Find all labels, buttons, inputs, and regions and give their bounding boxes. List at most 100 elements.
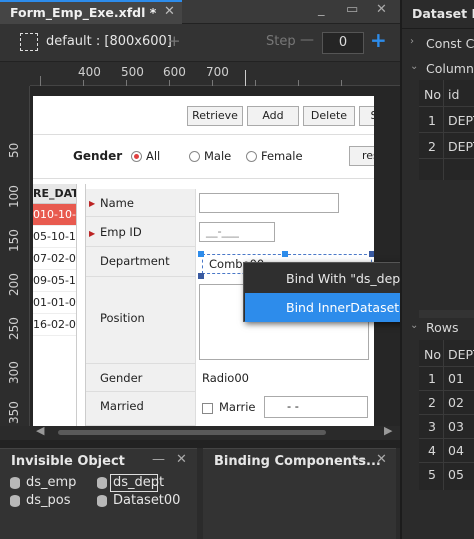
close-window-icon[interactable]: ✕ bbox=[376, 2, 387, 17]
position-label: Position bbox=[100, 311, 145, 325]
rows-cell[interactable]: 03 bbox=[448, 419, 464, 434]
tab-form-emp-exe[interactable]: Form_Emp_Exe.xfdl * ✕ bbox=[0, 0, 182, 24]
columns-cell: 2 bbox=[428, 139, 436, 154]
rows-cell: 2 bbox=[428, 395, 436, 410]
department-label: Department bbox=[100, 254, 170, 268]
minimize-panel-icon[interactable]: — bbox=[353, 452, 366, 467]
panel-splitter[interactable] bbox=[0, 440, 400, 448]
columns-header-id: id bbox=[448, 87, 460, 102]
resize-handle[interactable] bbox=[198, 251, 204, 257]
columns-label[interactable]: Columns bbox=[426, 61, 474, 76]
divider bbox=[402, 28, 474, 29]
dataset-editor-panel: Dataset Ed › Const Co ⌄ Columns No id 1 … bbox=[400, 0, 474, 539]
employee-grid[interactable]: RE_DAT 010-10-0 05-10-1 07-02-0 09-05-1 … bbox=[33, 184, 77, 426]
ruler-label: 700 bbox=[206, 65, 229, 79]
minimize-icon[interactable]: _ bbox=[318, 2, 325, 17]
step-input[interactable]: 0 bbox=[322, 32, 364, 54]
resize-handle[interactable] bbox=[198, 273, 204, 279]
resize-handle[interactable] bbox=[369, 251, 374, 257]
retrieve-button[interactable]: Retrieve bbox=[187, 106, 243, 126]
ruler-label: 350 bbox=[7, 401, 21, 424]
scrollbar-thumb[interactable] bbox=[58, 430, 326, 435]
columns-cell[interactable]: DEPT bbox=[448, 139, 474, 154]
radio-all[interactable] bbox=[131, 151, 142, 162]
restore-icon[interactable]: ▭ bbox=[346, 2, 358, 17]
radio-all-label: All bbox=[146, 149, 161, 163]
grid-row[interactable]: 09-05-1 bbox=[33, 270, 76, 292]
scroll-right-icon[interactable]: ▶ bbox=[384, 424, 392, 437]
married-checkbox[interactable] bbox=[202, 403, 213, 414]
ruler-label: 200 bbox=[7, 273, 21, 296]
rows-cell[interactable]: 01 bbox=[448, 371, 464, 386]
empid-label: Emp ID bbox=[100, 225, 142, 239]
dataset-icon bbox=[10, 477, 20, 489]
rows-cell: 1 bbox=[428, 371, 436, 386]
divider bbox=[443, 340, 444, 490]
delete-button[interactable]: Delete bbox=[303, 106, 355, 126]
empid-label-cell: ▶ Emp ID bbox=[86, 217, 196, 247]
radio-female[interactable] bbox=[246, 151, 257, 162]
chevron-right-icon[interactable]: › bbox=[410, 36, 414, 47]
ruler-label: 50 bbox=[7, 142, 21, 158]
reset-button[interactable]: res bbox=[349, 146, 374, 166]
dataset-editor-title: Dataset Ed bbox=[412, 6, 474, 21]
close-tab-icon[interactable]: ✕ bbox=[164, 4, 175, 19]
step-minus-button[interactable]: — bbox=[300, 32, 314, 48]
minimize-panel-icon[interactable]: — bbox=[152, 452, 165, 467]
divider bbox=[419, 438, 474, 439]
close-panel-icon[interactable]: ✕ bbox=[376, 452, 387, 467]
panel-splitter[interactable] bbox=[419, 310, 474, 318]
grid-row[interactable]: 05-10-1 bbox=[33, 226, 76, 248]
object-dataset00[interactable]: Dataset00 bbox=[113, 493, 180, 508]
scroll-left-icon[interactable]: ◀ bbox=[36, 424, 44, 437]
form-design-surface[interactable]: Retrieve Add Delete S Gender All Male Fe… bbox=[33, 96, 374, 426]
layout-label[interactable]: default : [800x600] bbox=[46, 34, 172, 49]
vertical-ruler: 50 100 150 200 250 300 350 bbox=[0, 86, 30, 426]
empid-input[interactable]: __-___ bbox=[199, 222, 275, 242]
columns-cell[interactable]: DEPT bbox=[448, 113, 474, 128]
close-panel-icon[interactable]: ✕ bbox=[176, 452, 187, 467]
gender-radio-value[interactable]: Radio00 bbox=[202, 371, 249, 385]
gender-label: Gender bbox=[100, 371, 143, 385]
columns-table[interactable]: No id 1 DEPT 2 DEPT bbox=[419, 80, 474, 180]
rows-label[interactable]: Rows bbox=[426, 320, 459, 335]
ruler-marker bbox=[245, 70, 246, 86]
grid-row[interactable]: 010-10-0 bbox=[33, 204, 76, 226]
name-label-cell: ▶ Name bbox=[86, 189, 196, 217]
rows-cell[interactable]: 04 bbox=[448, 443, 464, 458]
grid-row[interactable]: 01-01-0 bbox=[33, 292, 76, 314]
resize-handle[interactable] bbox=[282, 251, 288, 257]
add-layout-icon[interactable]: + bbox=[168, 32, 181, 50]
editor-toolbar: default : [800x600] + Step — 0 + bbox=[0, 24, 400, 62]
dataset-icon bbox=[97, 495, 107, 507]
chevron-down-icon[interactable]: ⌄ bbox=[410, 320, 418, 331]
radio-male[interactable] bbox=[189, 151, 200, 162]
divider bbox=[419, 158, 474, 159]
add-button[interactable]: Add bbox=[247, 106, 299, 126]
rows-cell[interactable]: 02 bbox=[448, 395, 464, 410]
rows-table[interactable]: No DEPT 1 01 2 02 3 03 4 04 5 05 bbox=[419, 340, 474, 490]
step-plus-button[interactable]: + bbox=[370, 28, 387, 52]
divider bbox=[419, 132, 474, 133]
ruler-tick bbox=[40, 76, 41, 86]
ruler-label: 400 bbox=[78, 65, 101, 79]
ruler-label: 300 bbox=[7, 361, 21, 384]
rows-cell[interactable]: 05 bbox=[448, 467, 464, 482]
divider bbox=[33, 134, 374, 135]
object-ds-emp[interactable]: ds_emp bbox=[26, 475, 76, 490]
name-input[interactable] bbox=[199, 193, 339, 213]
object-ds-dept[interactable]: ds_dept bbox=[113, 475, 164, 490]
const-columns-label[interactable]: Const Co bbox=[426, 36, 474, 51]
tab-title: Form_Emp_Exe.xfdl * bbox=[10, 5, 157, 20]
grid-header-hire-date[interactable]: RE_DAT bbox=[33, 184, 76, 204]
grid-row[interactable]: 07-02-0 bbox=[33, 248, 76, 270]
object-ds-pos[interactable]: ds_pos bbox=[26, 493, 71, 508]
ruler-label: 100 bbox=[7, 185, 21, 208]
layout-icon[interactable] bbox=[20, 33, 38, 51]
married-date-input[interactable]: - - bbox=[264, 396, 368, 418]
divider bbox=[443, 80, 444, 180]
save-button[interactable]: S bbox=[359, 106, 374, 126]
grid-row[interactable]: 16-02-0 bbox=[33, 314, 76, 336]
canvas-vertical-scrollbar[interactable] bbox=[378, 86, 394, 426]
chevron-down-icon[interactable]: ⌄ bbox=[410, 61, 418, 72]
